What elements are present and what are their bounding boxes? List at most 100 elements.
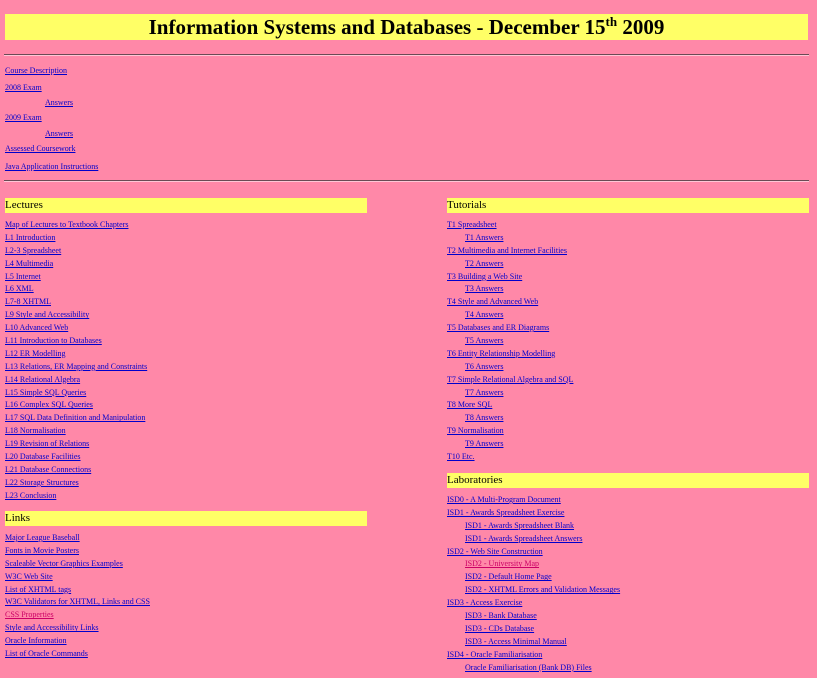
list-item: T1 Answers (447, 232, 809, 245)
nav-link[interactable]: L17 SQL Data Definition and Manipulation (5, 413, 145, 422)
nav-link[interactable]: T8 More SQL (447, 400, 492, 409)
list-item: T1 Spreadsheet (447, 219, 809, 232)
nav-link[interactable]: L2-3 Spreadsheet (5, 246, 61, 255)
top-link-row: Answers (45, 129, 73, 138)
nav-link[interactable]: L13 Relations, ER Mapping and Constraint… (5, 362, 147, 371)
nav-link[interactable]: L7-8 XHTML (5, 297, 51, 306)
nav-link[interactable]: T6 Answers (465, 362, 503, 371)
list-item: L12 ER Modelling (5, 348, 367, 361)
nav-link[interactable]: T7 Answers (465, 388, 503, 397)
nav-link[interactable]: T5 Databases and ER Diagrams (447, 323, 549, 332)
list-item: Map of Lectures to Textbook Chapters (5, 219, 367, 232)
laboratories-list: ISD0 - A Multi-Program Document ISD1 - Aw… (447, 494, 809, 674)
nav-link[interactable]: L21 Database Connections (5, 465, 91, 474)
nav-link[interactable]: CSS Properties (5, 610, 54, 619)
top-link-row: Course Description (5, 66, 67, 75)
nav-link[interactable]: L12 ER Modelling (5, 349, 65, 358)
list-item: Major League Baseball (5, 532, 367, 545)
laboratories-heading: Laboratories (447, 473, 809, 488)
list-item: L11 Introduction to Databases (5, 335, 367, 348)
top-link[interactable]: Java Application Instructions (5, 162, 98, 171)
nav-link[interactable]: T9 Answers (465, 439, 503, 448)
nav-link[interactable]: L19 Revision of Relations (5, 439, 89, 448)
nav-link[interactable]: T5 Answers (465, 336, 503, 345)
nav-link[interactable]: ISD1 - Awards Spreadsheet Answers (465, 534, 582, 543)
nav-link[interactable]: Map of Lectures to Textbook Chapters (5, 220, 128, 229)
tutorials-list: T1 Spreadsheet T1 Answers T2 Multimedia an… (447, 219, 809, 464)
nav-link[interactable]: ISD0 - A Multi-Program Document (447, 495, 561, 504)
list-item: T3 Answers (447, 283, 809, 296)
nav-link[interactable]: ISD3 - Bank Database (465, 611, 537, 620)
nav-link[interactable]: L6 XML (5, 284, 34, 293)
nav-link[interactable]: T2 Multimedia and Internet Facilities (447, 246, 567, 255)
nav-link[interactable]: T7 Simple Relational Algebra and SQL (447, 375, 573, 384)
nav-link[interactable]: ISD3 - Access Exercise (447, 598, 522, 607)
nav-link[interactable]: ISD1 - Awards Spreadsheet Blank (465, 521, 574, 530)
list-item: ISD2 - XHTML Errors and Validation Messa… (447, 584, 809, 597)
nav-link[interactable]: ISD2 - Web Site Construction (447, 547, 543, 556)
nav-link[interactable]: ISD1 - Awards Spreadsheet Exercise (447, 508, 564, 517)
nav-link[interactable]: L15 Simple SQL Queries (5, 388, 86, 397)
nav-link[interactable]: L10 Advanced Web (5, 323, 68, 332)
nav-link[interactable]: L5 Internet (5, 272, 41, 281)
nav-link[interactable]: ISD3 - CDs Database (465, 624, 534, 633)
divider-top (4, 54, 809, 56)
nav-link[interactable]: T3 Building a Web Site (447, 272, 522, 281)
list-item: L21 Database Connections (5, 464, 367, 477)
top-link[interactable]: Answers (45, 98, 73, 107)
list-item: L20 Database Facilities (5, 451, 367, 464)
list-item: L5 Internet (5, 271, 367, 284)
nav-link[interactable]: T6 Entity Relationship Modelling (447, 349, 555, 358)
list-item: T7 Answers (447, 387, 809, 400)
top-link[interactable]: 2008 Exam (5, 83, 42, 92)
nav-link[interactable]: Fonts in Movie Posters (5, 546, 79, 555)
nav-link[interactable]: L9 Style and Accessibility (5, 310, 89, 319)
nav-link[interactable]: T10 Etc. (447, 452, 475, 461)
nav-link[interactable]: L16 Complex SQL Queries (5, 400, 93, 409)
nav-link[interactable]: Oracle Information (5, 636, 67, 645)
list-item: ISD3 - Bank Database (447, 610, 809, 623)
nav-link[interactable]: ISD2 - University Map (465, 559, 539, 568)
nav-link[interactable]: L20 Database Facilities (5, 452, 81, 461)
nav-link[interactable]: T8 Answers (465, 413, 503, 422)
nav-link[interactable]: ISD2 - Default Home Page (465, 572, 552, 581)
list-item: Oracle Familiarisation (Bank DB) Files (447, 662, 809, 675)
nav-link[interactable]: ISD4 - Oracle Familiarisation (447, 650, 542, 659)
nav-link[interactable]: W3C Validators for XHTML, Links and CSS (5, 597, 150, 606)
nav-link[interactable]: L14 Relational Algebra (5, 375, 80, 384)
nav-link[interactable]: T1 Spreadsheet (447, 220, 497, 229)
nav-link[interactable]: T3 Answers (465, 284, 503, 293)
top-link[interactable]: Answers (45, 129, 73, 138)
nav-link[interactable]: Style and Accessibility Links (5, 623, 99, 632)
nav-link[interactable]: L18 Normalisation (5, 426, 66, 435)
top-link-row: 2009 Exam (5, 113, 42, 122)
nav-link[interactable]: L23 Conclusion (5, 491, 56, 500)
nav-link[interactable]: T4 Style and Advanced Web (447, 297, 538, 306)
list-item: L23 Conclusion (5, 490, 367, 503)
nav-link[interactable]: T4 Answers (465, 310, 503, 319)
list-item: L7-8 XHTML (5, 296, 367, 309)
nav-link[interactable]: L4 Multimedia (5, 259, 53, 268)
top-link[interactable]: Assessed Coursework (5, 144, 75, 153)
nav-link[interactable]: Major League Baseball (5, 533, 80, 542)
nav-link[interactable]: Oracle Familiarisation (Bank DB) Files (465, 663, 592, 672)
top-link[interactable]: 2009 Exam (5, 113, 42, 122)
top-link[interactable]: Course Description (5, 66, 67, 75)
list-item: L22 Storage Structures (5, 477, 367, 490)
nav-link[interactable]: T9 Normalisation (447, 426, 504, 435)
nav-link[interactable]: L11 Introduction to Databases (5, 336, 102, 345)
page-title: Information Systems and Databases - Dece… (5, 14, 808, 40)
nav-link[interactable]: W3C Web Site (5, 572, 53, 581)
tutorials-section: Tutorials T1 Spreadsheet T1 Answers T2 Mul… (447, 198, 809, 464)
nav-link[interactable]: Scaleable Vector Graphics Examples (5, 559, 123, 568)
nav-link[interactable]: List of Oracle Commands (5, 649, 88, 658)
nav-link[interactable]: T1 Answers (465, 233, 503, 242)
list-item: ISD2 - University Map (447, 558, 809, 571)
nav-link[interactable]: ISD3 - Access Minimal Manual (465, 637, 567, 646)
nav-link[interactable]: L22 Storage Structures (5, 478, 79, 487)
nav-link[interactable]: ISD2 - XHTML Errors and Validation Messa… (465, 585, 620, 594)
nav-link[interactable]: T2 Answers (465, 259, 503, 268)
page-title-year: 2009 (617, 15, 665, 39)
nav-link[interactable]: L1 Introduction (5, 233, 55, 242)
nav-link[interactable]: List of XHTML tags (5, 585, 71, 594)
